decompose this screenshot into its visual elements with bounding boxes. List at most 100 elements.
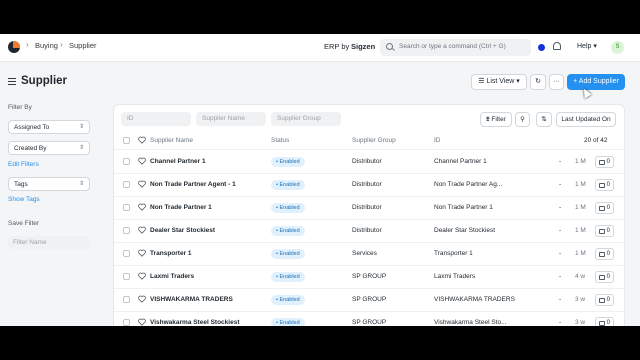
id-cell: Dealer Star Stockiest bbox=[434, 227, 496, 234]
supplier-name-filter-input[interactable]: Supplier Name bbox=[196, 112, 266, 126]
comment-icon bbox=[599, 183, 605, 188]
heart-icon[interactable] bbox=[138, 318, 146, 326]
heart-icon[interactable] bbox=[138, 136, 146, 144]
more-menu-button[interactable]: ··· bbox=[549, 74, 564, 90]
supplier-name-link[interactable]: Channel Partner 1 bbox=[150, 158, 265, 165]
sort-field-button[interactable]: Last Updated On bbox=[556, 112, 616, 127]
heart-icon[interactable] bbox=[138, 249, 146, 257]
help-menu[interactable]: Help ▾ bbox=[577, 42, 597, 50]
search-placeholder: Search or type a command (Ctrl + G) bbox=[399, 43, 506, 50]
table-row[interactable]: VISHWAKARMA TRADERS Enabled SP GROUP VISHWA… bbox=[114, 289, 624, 312]
tags-select[interactable]: Tags ⇕ bbox=[8, 177, 90, 191]
table-row[interactable]: Channel Partner 1 Enabled Distributor Chann… bbox=[114, 151, 624, 174]
heart-icon[interactable] bbox=[138, 203, 146, 211]
breadcrumb-buying[interactable]: Buying bbox=[35, 41, 58, 50]
heart-icon[interactable] bbox=[138, 226, 146, 234]
row-checkbox[interactable] bbox=[123, 227, 130, 234]
filter-button[interactable]: ⩩ Filter bbox=[480, 112, 512, 127]
status-badge: Enabled bbox=[271, 249, 305, 259]
filter-name-input[interactable]: Filter Name bbox=[8, 236, 90, 249]
table-row[interactable]: Non Trade Partner Agent - 1 Enabled Distri… bbox=[114, 174, 624, 197]
app-window: › Buying › Supplier ERP by Sigzen Search… bbox=[0, 34, 640, 326]
sort-order-button[interactable]: ⇅ bbox=[536, 112, 552, 127]
row-checkbox[interactable] bbox=[123, 273, 130, 280]
search-icon bbox=[386, 43, 393, 50]
filter-settings-button[interactable]: ⚲ bbox=[515, 112, 530, 127]
supplier-name-link[interactable]: Transporter 1 bbox=[150, 250, 265, 257]
refresh-button[interactable]: ↻ bbox=[530, 74, 546, 90]
heart-icon[interactable] bbox=[138, 180, 146, 188]
row-checkbox[interactable] bbox=[123, 319, 130, 326]
add-supplier-button[interactable]: + Add Supplier bbox=[567, 74, 625, 90]
caret-icon: ⇕ bbox=[78, 124, 84, 130]
tags-label: Tags bbox=[14, 181, 28, 188]
supplier-name-link[interactable]: VISHWAKARMA TRADERS bbox=[150, 296, 265, 303]
supplier-group-cell: Distributor bbox=[352, 158, 382, 165]
row-checkbox[interactable] bbox=[123, 181, 130, 188]
comment-count[interactable]: 0 bbox=[595, 271, 614, 283]
comment-count[interactable]: 0 bbox=[595, 294, 614, 306]
id-cell: Non Trade Partner Ag... bbox=[434, 181, 503, 188]
awesomebar-search[interactable]: Search or type a command (Ctrl + G) bbox=[380, 39, 531, 56]
list-count: 20 of 42 bbox=[584, 137, 608, 144]
dash-cell: - bbox=[559, 319, 562, 326]
col-supplier-group[interactable]: Supplier Group bbox=[352, 137, 396, 144]
comment-count[interactable]: 0 bbox=[595, 179, 614, 191]
heart-icon[interactable] bbox=[138, 272, 146, 280]
page-title: Supplier bbox=[21, 75, 68, 87]
show-tags-link[interactable]: Show Tags bbox=[8, 196, 40, 203]
table-row[interactable]: Transporter 1 Enabled Services Transporter … bbox=[114, 243, 624, 266]
row-checkbox[interactable] bbox=[123, 204, 130, 211]
list-view-switcher[interactable]: ☰ List View ▾ bbox=[471, 74, 527, 90]
help-label: Help bbox=[577, 43, 592, 50]
comment-count[interactable]: 0 bbox=[595, 248, 614, 260]
comment-count[interactable]: 0 bbox=[595, 225, 614, 237]
supplier-name-link[interactable]: Dealer Star Stockiest bbox=[150, 227, 265, 234]
brand-prefix: ERP by bbox=[324, 42, 350, 51]
heart-icon[interactable] bbox=[138, 157, 146, 165]
breadcrumb-supplier[interactable]: Supplier bbox=[69, 41, 97, 50]
app-logo-icon[interactable] bbox=[8, 41, 20, 53]
filter-icon: ⩩ bbox=[486, 116, 490, 123]
table-row[interactable]: Non Trade Partner 1 Enabled Distributor Non… bbox=[114, 197, 624, 220]
brand-name: Sigzen bbox=[351, 42, 376, 51]
comment-count[interactable]: 0 bbox=[595, 202, 614, 214]
supplier-name-link[interactable]: Non Trade Partner 1 bbox=[150, 204, 265, 211]
heart-icon[interactable] bbox=[138, 295, 146, 303]
table-row[interactable]: Vishwakarma Steel Stockiest Enabled SP GRO… bbox=[114, 312, 624, 326]
row-checkbox[interactable] bbox=[123, 296, 130, 303]
created-by-select[interactable]: Created By ⇕ bbox=[8, 141, 90, 155]
table-row[interactable]: Laxmi Traders Enabled SP GROUP Laxmi Trader… bbox=[114, 266, 624, 289]
comment-count[interactable]: 0 bbox=[595, 156, 614, 168]
supplier-name-link[interactable]: Non Trade Partner Agent - 1 bbox=[150, 181, 265, 188]
id-cell: Transporter 1 bbox=[434, 250, 473, 257]
comment-icon bbox=[599, 298, 605, 303]
modified-cell: 1 M bbox=[575, 181, 586, 188]
supplier-name-link[interactable]: Laxmi Traders bbox=[150, 273, 265, 280]
id-filter-input[interactable]: ID bbox=[121, 112, 191, 126]
modified-cell: 3 w bbox=[575, 319, 586, 326]
col-id[interactable]: ID bbox=[434, 137, 441, 144]
select-all-checkbox[interactable] bbox=[123, 137, 130, 144]
supplier-group-filter-input[interactable]: Supplier Group bbox=[271, 112, 341, 126]
comment-icon bbox=[599, 206, 605, 211]
supplier-name-link[interactable]: Vishwakarma Steel Stockiest bbox=[150, 319, 265, 326]
chevron-right-icon: › bbox=[26, 40, 29, 49]
notification-bell-icon[interactable] bbox=[553, 42, 561, 50]
row-checkbox[interactable] bbox=[123, 158, 130, 165]
sort-icon: ⇅ bbox=[541, 116, 547, 123]
assigned-to-select[interactable]: Assigned To ⇕ bbox=[8, 120, 90, 134]
comment-count[interactable]: 0 bbox=[595, 317, 614, 326]
user-avatar[interactable]: S bbox=[611, 41, 624, 54]
id-cell: VISHWAKARMA TRADERS bbox=[434, 296, 515, 303]
col-supplier-name[interactable]: Supplier Name bbox=[150, 137, 193, 144]
edit-filters-link[interactable]: Edit Filters bbox=[8, 161, 39, 168]
comment-count-value: 0 bbox=[606, 251, 610, 257]
sidebar-toggle-icon[interactable] bbox=[8, 81, 16, 82]
status-badge: Enabled bbox=[271, 157, 305, 167]
col-status[interactable]: Status bbox=[271, 137, 289, 144]
table-row[interactable]: Dealer Star Stockiest Enabled Distributor D… bbox=[114, 220, 624, 243]
assigned-to-label: Assigned To bbox=[14, 124, 50, 131]
row-checkbox[interactable] bbox=[123, 250, 130, 257]
refresh-icon: ↻ bbox=[535, 78, 541, 85]
